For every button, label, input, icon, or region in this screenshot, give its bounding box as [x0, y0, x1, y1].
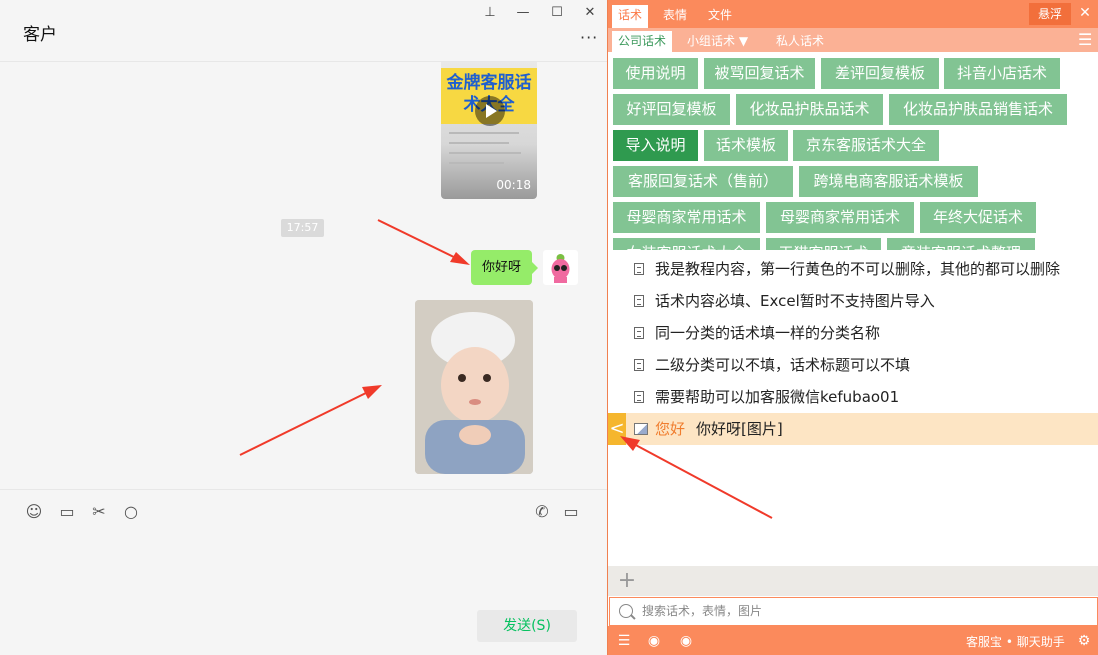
- script-item[interactable]: 话术内容必填、Excel暂时不支持图片导入: [608, 285, 1098, 317]
- tab-emoji[interactable]: 表情: [657, 5, 693, 28]
- category-button[interactable]: 被骂回复话术: [704, 58, 815, 89]
- add-icon[interactable]: +: [616, 569, 638, 593]
- category-button[interactable]: 童装客服话术整理: [887, 238, 1035, 250]
- video-call-icon[interactable]: ▭: [561, 502, 581, 522]
- chat-history-icon[interactable]: ○: [121, 502, 141, 522]
- close-icon[interactable]: ✕: [579, 4, 601, 22]
- avatar-image: [551, 254, 570, 283]
- pin-icon[interactable]: ⊥: [479, 4, 501, 22]
- subtab-group-scripts[interactable]: 小组话术 ▼: [681, 31, 754, 52]
- video-text-line: [449, 142, 509, 144]
- menu-icon[interactable]: ☰: [1078, 31, 1094, 49]
- document-icon: [634, 263, 644, 275]
- panel-sub-tabs: 公司话术 小组话术 ▼ 私人话术 ☰: [608, 28, 1098, 52]
- tab-scripts[interactable]: 话术: [612, 5, 649, 28]
- category-button[interactable]: 差评回复模板: [821, 58, 939, 89]
- image-message[interactable]: [415, 300, 533, 474]
- add-bar: +: [608, 566, 1098, 596]
- send-arrow-icon[interactable]: <: [608, 413, 626, 445]
- search-icon: [619, 604, 633, 618]
- category-grid: 使用说明 被骂回复话术 差评回复模板 抖音小店话术 好评回复模板 化妆品护肤品话…: [608, 52, 1098, 250]
- category-button[interactable]: 抖音小店话术: [944, 58, 1060, 89]
- category-button[interactable]: 化妆品护肤品销售话术: [889, 94, 1067, 125]
- folder-icon[interactable]: ▭: [57, 502, 77, 522]
- gear-icon[interactable]: ⚙: [1074, 631, 1094, 651]
- image-icon: [634, 423, 648, 435]
- category-button[interactable]: 跨境电商客服话术模板: [799, 166, 978, 197]
- baby-photo: [415, 300, 533, 474]
- script-assistant-panel: 话术 表情 文件 悬浮 ✕ 公司话术 小组话术 ▼ 私人话术 ☰ 使用说明 被骂…: [607, 0, 1098, 655]
- document-icon: [634, 391, 644, 403]
- script-text: 我是教程内容，第一行黄色的不可以删除，其他的都可以删除: [655, 260, 1061, 278]
- toolbar-divider: [0, 489, 607, 490]
- video-text-line: [449, 132, 519, 134]
- video-text-line: [449, 162, 504, 164]
- video-text-line: [449, 152, 521, 154]
- eye-off-icon[interactable]: ◉: [676, 631, 696, 651]
- document-icon: [634, 327, 644, 339]
- category-button[interactable]: 女装客服话术大全: [613, 238, 760, 250]
- minimize-icon[interactable]: —: [512, 4, 534, 22]
- category-button[interactable]: 话术模板: [704, 130, 788, 161]
- category-button[interactable]: 天猫客服话术: [766, 238, 881, 250]
- subtab-company-scripts[interactable]: 公司话术: [612, 31, 673, 52]
- script-text: 话术内容必填、Excel暂时不支持图片导入: [655, 292, 935, 310]
- chat-bubble-sent[interactable]: 你好呀: [471, 250, 538, 285]
- script-item[interactable]: 同一分类的话术填一样的分类名称: [608, 317, 1098, 349]
- script-item[interactable]: 我是教程内容，第一行黄色的不可以删除，其他的都可以删除: [608, 253, 1098, 285]
- category-button[interactable]: 化妆品护肤品话术: [736, 94, 883, 125]
- maximize-icon[interactable]: ☐: [546, 4, 568, 22]
- avatar[interactable]: [543, 250, 578, 285]
- chat-window: 客户 ⊥ — ☐ ✕ ··· 金牌客服话术大全 00:18 17:57 你好呀: [0, 0, 607, 655]
- send-button[interactable]: 发送(S): [477, 610, 577, 642]
- category-button-selected[interactable]: 导入说明: [613, 130, 698, 161]
- eye-off-icon[interactable]: ◉: [644, 631, 664, 651]
- category-button[interactable]: 年终大促话术: [920, 202, 1036, 233]
- script-text: 同一分类的话术填一样的分类名称: [655, 324, 881, 342]
- brand-label: 客服宝 • 聊天助手: [966, 635, 1065, 649]
- script-text: 二级分类可以不填，话术标题可以不填: [655, 356, 911, 374]
- video-duration: 00:18: [496, 178, 531, 192]
- chat-title: 客户: [23, 25, 57, 45]
- script-text: 你好呀[图片]: [696, 420, 783, 438]
- document-icon: [634, 295, 644, 307]
- panel-close-icon[interactable]: ✕: [1076, 4, 1094, 22]
- chat-header: 客户 ⊥ — ☐ ✕ ···: [0, 0, 607, 62]
- category-button[interactable]: 客服回复话术（售前）: [613, 166, 793, 197]
- script-text: 需要帮助可以加客服微信kefubao01: [655, 388, 900, 406]
- subtab-private-scripts[interactable]: 私人话术: [770, 31, 830, 52]
- script-item[interactable]: 需要帮助可以加客服微信kefubao01: [608, 381, 1098, 413]
- list-icon[interactable]: ☰: [614, 631, 634, 651]
- float-button[interactable]: 悬浮: [1029, 3, 1071, 25]
- more-icon[interactable]: ···: [580, 28, 598, 47]
- script-keyword: 您好: [655, 420, 686, 438]
- category-button[interactable]: 母婴商家常用话术: [613, 202, 760, 233]
- emoji-icon[interactable]: ☺: [24, 502, 44, 522]
- category-button[interactable]: 好评回复模板: [613, 94, 730, 125]
- search-input[interactable]: [642, 601, 1082, 621]
- video-message[interactable]: 金牌客服话术大全 00:18: [441, 62, 537, 199]
- time-divider: 17:57: [281, 219, 324, 237]
- script-item-highlighted[interactable]: < 您好 你好呀[图片]: [608, 413, 1098, 445]
- category-button[interactable]: 母婴商家常用话术: [766, 202, 914, 233]
- scissors-icon[interactable]: ✂: [89, 502, 109, 522]
- panel-top-bar: 话术 表情 文件 悬浮 ✕: [608, 0, 1098, 28]
- tab-files[interactable]: 文件: [702, 5, 738, 28]
- phone-icon[interactable]: ✆: [532, 502, 552, 522]
- play-icon[interactable]: [475, 96, 505, 126]
- search-box: [609, 597, 1098, 626]
- category-button[interactable]: 使用说明: [613, 58, 698, 89]
- script-item[interactable]: 二级分类可以不填，话术标题可以不填: [608, 349, 1098, 381]
- panel-bottom-bar: ☰ ◉ ◉ 客服宝 • 聊天助手 ⚙: [608, 626, 1098, 655]
- category-button[interactable]: 京东客服话术大全: [793, 130, 939, 161]
- document-icon: [634, 359, 644, 371]
